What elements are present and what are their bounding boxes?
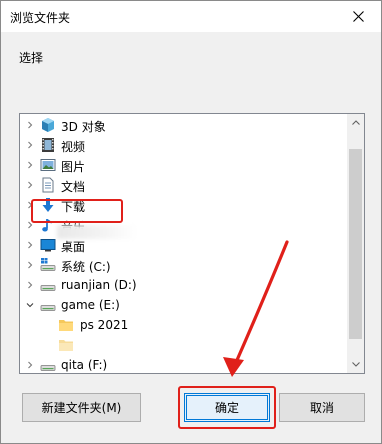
chevron-right-icon[interactable] (25, 280, 35, 290)
folder-icon (58, 317, 74, 333)
chevron-down-icon (351, 362, 360, 367)
tree-item-label: ruanjian (D:) (61, 278, 137, 292)
3d-objects-icon (40, 117, 56, 133)
tree-item-label: 图片 (61, 160, 86, 174)
tree-item-drive-e[interactable]: game (E:) (20, 295, 348, 315)
tree-item-pictures[interactable]: 图片 (20, 155, 348, 175)
desktop-icon (40, 237, 56, 253)
title-bar: 浏览文件夹 (1, 1, 381, 32)
tree-item-blurred[interactable] (20, 335, 348, 355)
cancel-button[interactable]: 取消 (279, 393, 365, 422)
annotation-highlight-folder (31, 199, 123, 223)
tree-item-label: ps 2021 (80, 318, 129, 332)
tree-item-label: 3D 对象 (61, 120, 106, 134)
drive-icon (40, 277, 56, 293)
chevron-right-icon[interactable] (25, 140, 35, 150)
videos-icon (40, 137, 56, 153)
drive-icon (40, 357, 56, 373)
chevron-right-icon[interactable] (25, 240, 35, 250)
browse-folder-dialog: 浏览文件夹 选择 3D 对象 视频 图片 文档 下载 桌面 系统 (C:) ru… (0, 0, 382, 444)
folder-tree[interactable]: 3D 对象 视频 图片 文档 下载 桌面 系统 (C:) ruanjian (D… (19, 113, 365, 374)
chevron-right-icon[interactable] (25, 180, 35, 190)
chevron-up-icon (351, 120, 360, 125)
tree-item-label: 视频 (61, 140, 86, 154)
folder-icon (58, 337, 74, 353)
tree-item-drive-d[interactable]: ruanjian (D:) (20, 275, 348, 295)
close-icon (352, 11, 364, 22)
chevron-right-icon[interactable] (25, 360, 35, 370)
scroll-up-button[interactable] (347, 114, 364, 131)
prompt-label: 选择 (19, 51, 44, 65)
tree-item-documents[interactable]: 文档 (20, 175, 348, 195)
windows-drive-icon (40, 257, 56, 273)
chevron-down-icon[interactable] (25, 300, 35, 310)
tree-item-label: qita (F:) (61, 358, 108, 372)
scrollbar-thumb[interactable] (349, 149, 362, 339)
folder-tree-content: 3D 对象 视频 图片 文档 下载 桌面 系统 (C:) ruanjian (D… (20, 114, 348, 373)
window-title: 浏览文件夹 (10, 11, 71, 25)
chevron-right-icon[interactable] (25, 120, 35, 130)
tree-item-label: 桌面 (61, 240, 86, 254)
tree-item-drive-c[interactable]: 系统 (C:) (20, 255, 348, 275)
tree-item-label: 系统 (C:) (61, 260, 111, 274)
tree-item-ps-2021[interactable]: ps 2021 (20, 315, 348, 335)
scroll-down-button[interactable] (347, 356, 364, 373)
redacted-text (57, 225, 137, 239)
close-button[interactable] (335, 1, 381, 32)
new-folder-button[interactable]: 新建文件夹(M) (22, 393, 141, 422)
tree-item-label: game (E:) (61, 298, 120, 312)
chevron-right-icon[interactable] (25, 160, 35, 170)
drive-icon (40, 297, 56, 313)
tree-item-drive-f[interactable]: qita (F:) (20, 355, 348, 373)
documents-icon (40, 177, 56, 193)
vertical-scrollbar[interactable] (347, 114, 364, 373)
pictures-icon (40, 157, 56, 173)
tree-item-videos[interactable]: 视频 (20, 135, 348, 155)
tree-item-3d-objects[interactable]: 3D 对象 (20, 115, 348, 135)
annotation-highlight-ok (178, 386, 276, 429)
chevron-right-icon[interactable] (25, 260, 35, 270)
tree-item-label: 文档 (61, 180, 86, 194)
